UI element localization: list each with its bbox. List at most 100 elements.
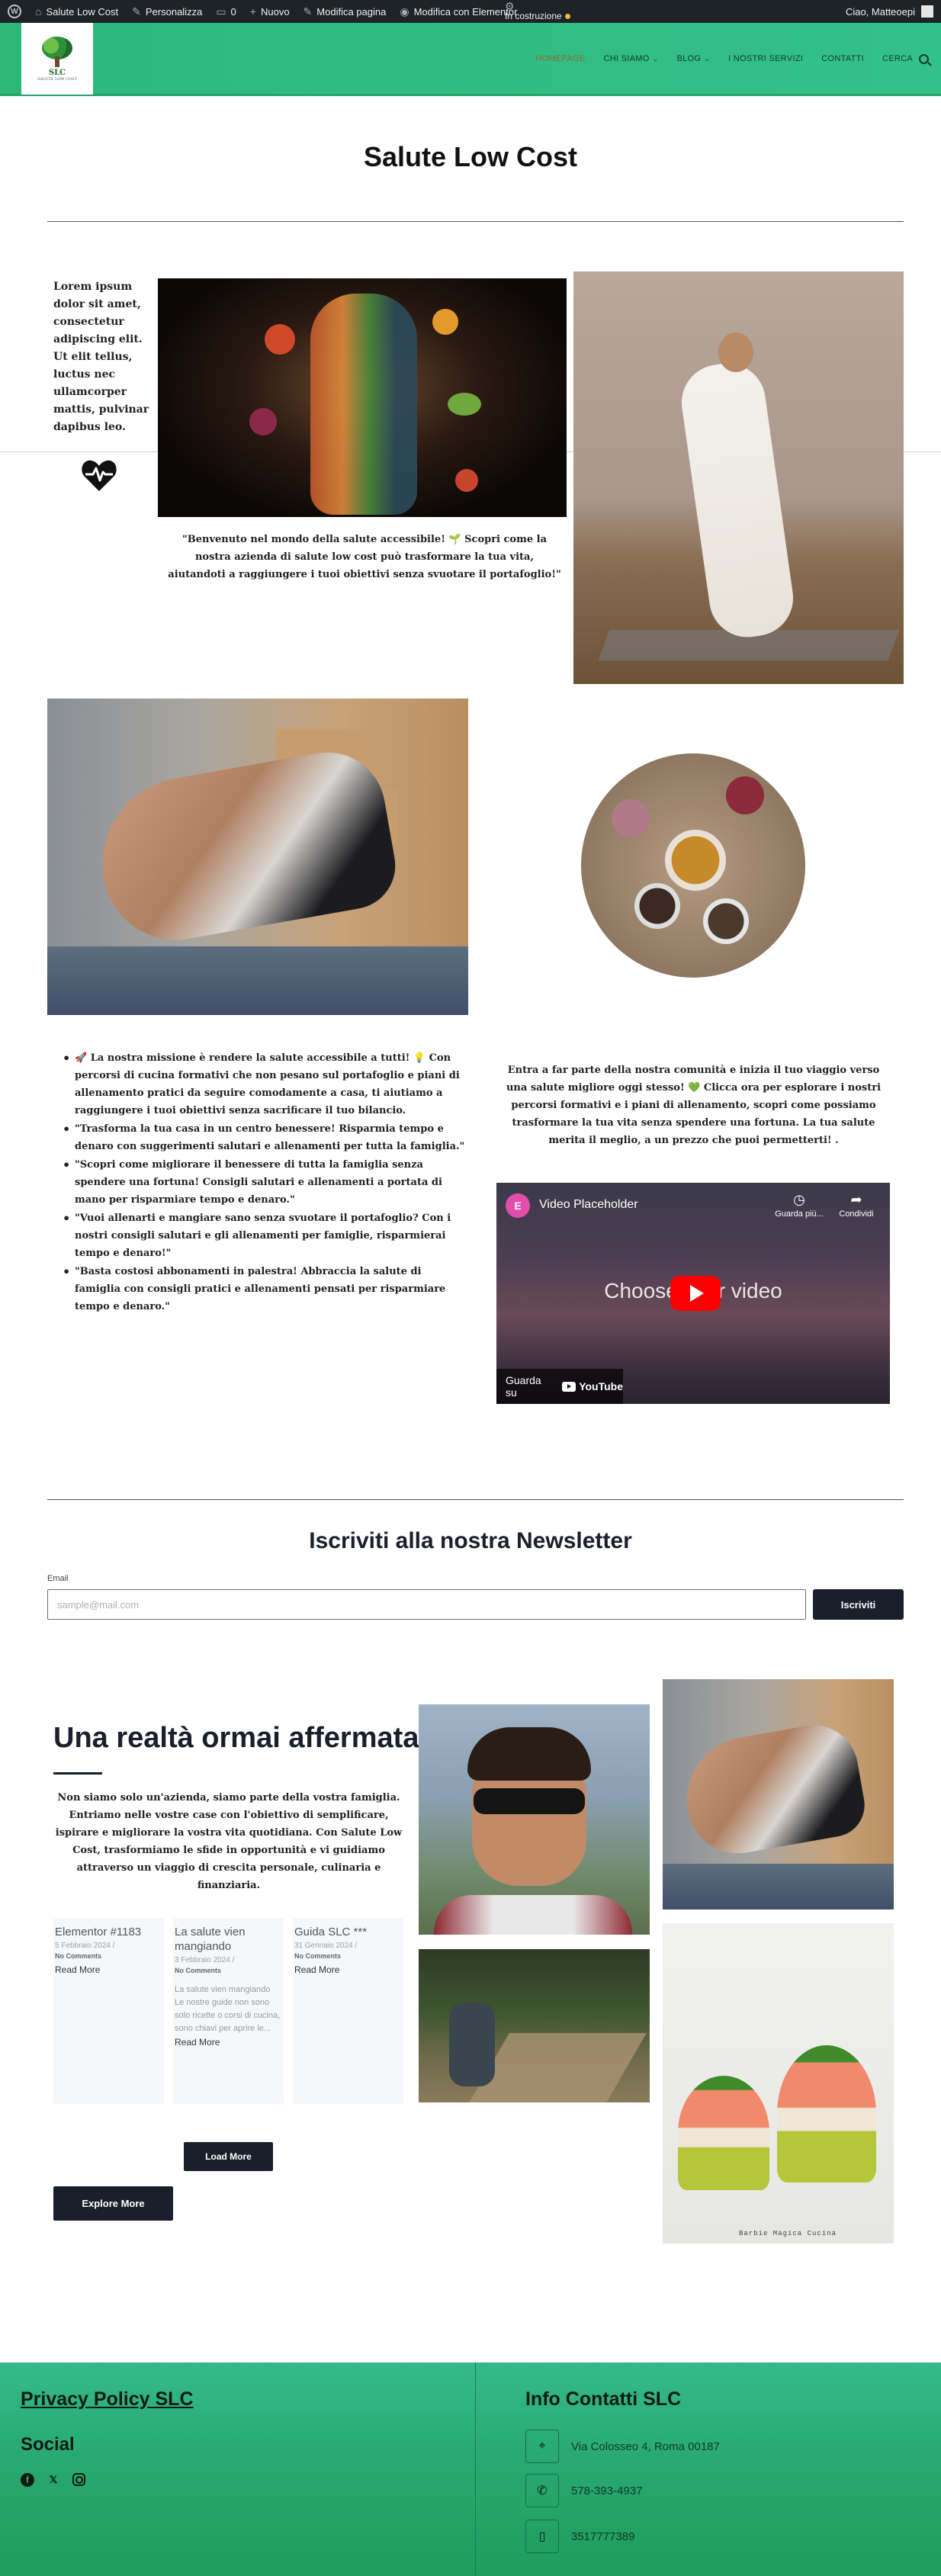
nav-item-chi-siamo[interactable]: Chi siamo ⌄ (603, 54, 658, 63)
admin-edit-elementor-label: Modifica con Elementor (413, 5, 518, 18)
divider (47, 1499, 904, 1500)
salmon-dish-image: Barbie Magica Cucina (663, 1923, 894, 2244)
read-more-link[interactable]: Read More (173, 2037, 281, 2048)
address-text: Via Colosseo 4, Roma 00187 (571, 2439, 720, 2453)
subscribe-button[interactable]: Iscriviti (813, 1589, 904, 1620)
read-more-link[interactable]: Read More (53, 1964, 161, 1975)
admin-greeting: Ciao, Matteoepi (845, 5, 915, 18)
nav-item-contatti[interactable]: Contatti (821, 54, 864, 63)
watch-on-label: Guarda su (506, 1374, 541, 1399)
anatomy-food-image (158, 278, 567, 517)
email-field[interactable] (47, 1589, 806, 1620)
avatar (921, 5, 933, 18)
nav-item-homepage[interactable]: Homepage (535, 54, 585, 63)
nav-item-cerca[interactable]: Cerca (882, 53, 929, 64)
nav-label: Chi siamo (603, 54, 650, 63)
yoga-image (573, 271, 904, 684)
social-heading: Social (21, 2434, 75, 2455)
admin-comments[interactable]: ▭ 0 (216, 5, 236, 18)
phone-row[interactable]: ✆ 578-393-4937 (525, 2474, 642, 2507)
email-label: Email (47, 1574, 69, 1583)
main-nav: Homepage Chi siamo ⌄ Blog ⌄ I nostri servi… (535, 23, 929, 95)
address-row: ⌖ Via Colosseo 4, Roma 00187 (525, 2430, 720, 2463)
nav-label: Contatti (821, 54, 864, 63)
mobile-text[interactable]: 3517777389 (571, 2530, 634, 2543)
phone-text[interactable]: 578-393-4937 (571, 2484, 642, 2497)
admin-comments-count: 0 (230, 5, 236, 18)
divider (47, 221, 904, 222)
nav-item-servizi[interactable]: I nostri servizi (728, 54, 803, 63)
admin-account[interactable]: Ciao, Matteoepi (846, 0, 933, 23)
video-player[interactable]: E Video Placeholder ◷ Guarda più... ➦ Cond… (496, 1183, 890, 1404)
post-date: 3 Febbraio 2024 / (175, 1956, 235, 1964)
search-icon (919, 53, 929, 64)
nav-item-blog[interactable]: Blog ⌄ (676, 54, 710, 63)
nav-label: Cerca (882, 54, 913, 63)
admin-new[interactable]: + Nuovo (250, 5, 290, 18)
mobile-row[interactable]: ▯ 3517777389 (525, 2520, 634, 2553)
chevron-down-icon: ⌄ (704, 54, 711, 63)
site-header: SLC SALUTE LOW COST Homepage Chi siamo ⌄ … (0, 23, 941, 96)
join-text: Entra a far parte della nostra comunità … (506, 1065, 882, 1146)
phone-icon: ✆ (525, 2474, 559, 2507)
x-twitter-icon[interactable]: 𝕏 (47, 2473, 60, 2487)
post-date: 31 Gennaio 2024 / (294, 1942, 358, 1950)
admin-build-label: In costruzione (505, 11, 562, 21)
post-card[interactable]: La salute vien mangiando 3 Febbraio 2024… (173, 1919, 284, 2104)
post-title[interactable]: Guida SLC *** (293, 1925, 400, 1939)
brush-icon: ✎ (132, 5, 141, 18)
post-title[interactable]: Elementor #1183 (53, 1925, 161, 1939)
wordpress-icon: W (8, 5, 21, 18)
elementor-icon: ◉ (400, 5, 409, 18)
elementor-logo-icon: E (506, 1193, 530, 1218)
post-date: 5 Febbraio 2024 / (55, 1942, 115, 1950)
footer-divider (475, 2362, 476, 2576)
list-item: "Basta costosi abbonamenti in palestra! … (61, 1263, 469, 1315)
watch-on-youtube-button[interactable]: Guarda su YouTube (496, 1369, 623, 1404)
post-comments: No Comments (175, 1967, 222, 1974)
post-title[interactable]: La salute vien mangiando (173, 1925, 281, 1954)
explore-more-button[interactable]: Explore More (53, 2186, 173, 2221)
home-icon: ⌂ (35, 5, 42, 18)
logo-text: SLC (48, 68, 66, 77)
site-logo[interactable]: SLC SALUTE LOW COST (21, 23, 93, 95)
mobile-phone-icon: ▯ (525, 2520, 559, 2553)
instagram-icon[interactable] (72, 2473, 85, 2486)
admin-site-name-label: Salute Low Cost (46, 5, 119, 18)
admin-edit-page[interactable]: ✎ Modifica pagina (303, 5, 387, 18)
youtube-icon (562, 1381, 576, 1392)
heart-pulse-icon (82, 460, 117, 491)
site-footer: Privacy Policy SLC Social f 𝕏 Info Conta… (0, 2362, 941, 2576)
play-button[interactable] (670, 1276, 721, 1311)
load-more-button[interactable]: Load More (184, 2142, 273, 2171)
pencil-icon: ✎ (303, 5, 313, 18)
post-card[interactable]: Elementor #1183 5 Febbraio 2024 / No Com… (53, 1919, 164, 2104)
post-comments: No Comments (55, 1952, 102, 1960)
admin-edit-elementor[interactable]: ◉ Modifica con Elementor (400, 5, 517, 18)
wp-logo-menu[interactable]: W (8, 5, 21, 18)
title-underline (53, 1772, 102, 1775)
plus-icon: + (249, 5, 256, 18)
comment-icon: ▭ (216, 5, 226, 18)
share-button[interactable]: ➦ Condividi (833, 1192, 879, 1219)
admin-edit-page-label: Modifica pagina (316, 5, 387, 18)
list-item: "Trasforma la tua casa in un centro bene… (61, 1120, 469, 1155)
privacy-policy-link[interactable]: Privacy Policy SLC (21, 2388, 194, 2411)
admin-build-status[interactable]: ⚙ In costruzione (505, 0, 570, 23)
nav-label: I nostri servizi (728, 54, 804, 63)
facebook-icon[interactable]: f (21, 2473, 34, 2487)
section-title: Una realtà ormai affermata (53, 1722, 419, 1754)
logo-subtext: SALUTE LOW COST (37, 76, 77, 82)
admin-site-name[interactable]: ⌂ Salute Low Cost (35, 5, 118, 18)
admin-customize[interactable]: ✎ Personalizza (132, 5, 202, 18)
intro-text: Lorem ipsum dolor sit amet, consectetur … (53, 281, 149, 433)
post-card[interactable]: Guida SLC *** 31 Gennaio 2024 / No Comme… (293, 1919, 403, 2104)
page-title: Salute Low Cost (363, 141, 578, 172)
spices-image (581, 753, 805, 978)
workout-image (47, 699, 468, 1015)
youtube-logo: YouTube (562, 1380, 623, 1392)
read-more-link[interactable]: Read More (293, 1964, 400, 1975)
watch-later-button[interactable]: ◷ Guarda più... (772, 1192, 826, 1219)
wp-admin-bar: W ⌂ Salute Low Cost ✎ Personalizza ▭ 0 + Nuo… (0, 0, 941, 23)
watch-later-label: Guarda più... (775, 1209, 824, 1219)
